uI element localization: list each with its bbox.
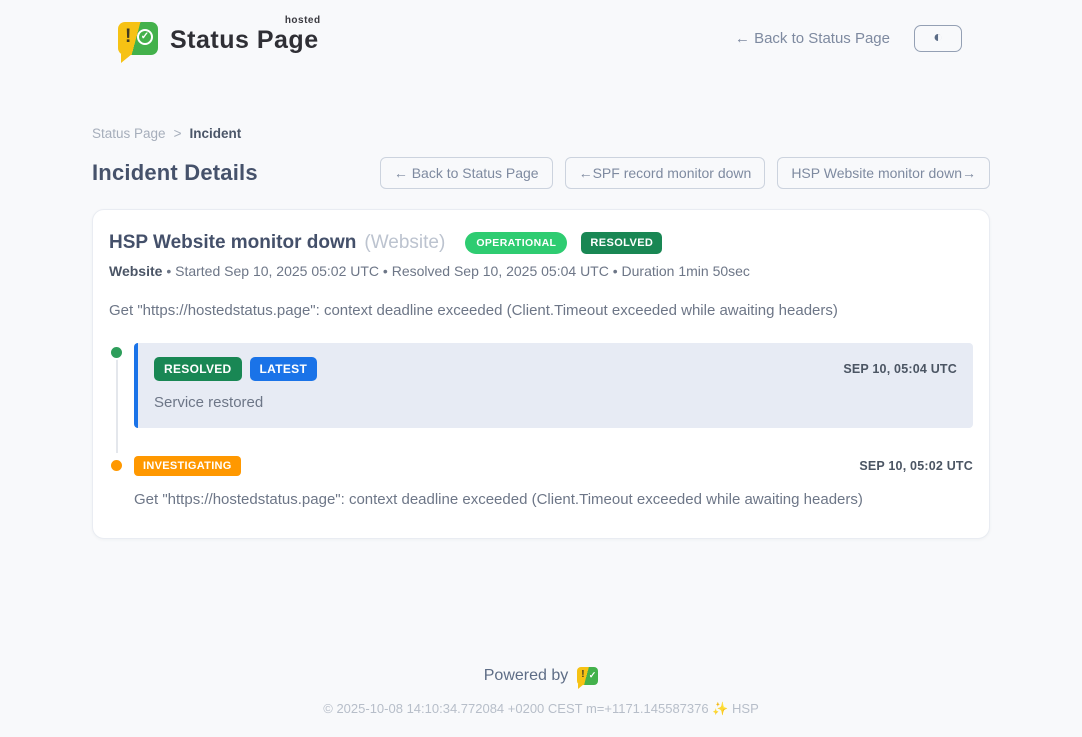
latest-badge: LATEST — [250, 357, 318, 381]
incident-card: HSP Website monitor down (Website) OPERA… — [92, 209, 990, 539]
operational-badge: OPERATIONAL — [465, 232, 567, 254]
main-content: Status Page > Incident Incident Details … — [92, 76, 990, 539]
checkmark-icon: ✓ — [589, 670, 597, 681]
brand-superscript: hosted — [285, 15, 321, 26]
incident-title: HSP Website monitor down — [109, 232, 356, 254]
exclamation-icon: ! — [125, 26, 131, 48]
header: ! ✓ Status Page hosted ← Back to Status … — [0, 0, 1082, 76]
breadcrumb-current: Incident — [189, 126, 241, 141]
breadcrumb: Status Page > Incident — [92, 126, 990, 141]
incident-meta-detail: • Started Sep 10, 2025 05:02 UTC • Resol… — [162, 263, 750, 279]
prev-incident-button[interactable]: ←SPF record monitor down — [565, 157, 766, 189]
incident-component-paren: (Website) — [364, 232, 445, 254]
incident-description: Get "https://hostedstatus.page": context… — [109, 302, 973, 319]
incident-component: Website — [109, 263, 162, 279]
brand-name: Status Page hosted — [170, 26, 323, 55]
timeline-entry-highlight-box: RESOLVED LATEST SEP 10, 05:04 UTC Servic… — [134, 343, 973, 428]
timeline-message: Get "https://hostedstatus.page": context… — [134, 491, 973, 508]
timeline-entry-resolved: RESOLVED LATEST SEP 10, 05:04 UTC Servic… — [109, 343, 973, 428]
powered-by-label: Powered by — [484, 667, 569, 685]
timeline-dot-green-icon — [109, 345, 124, 360]
brand-text: Status Page — [170, 26, 319, 54]
checkmark-icon: ✓ — [137, 29, 153, 45]
back-to-status-page-link[interactable]: ← Back to Status Page — [735, 30, 890, 47]
incident-nav-buttons: ← Back to Status Page ←SPF record monito… — [380, 157, 990, 189]
statuspage-logo[interactable]: ! ✓ Status Page hosted — [118, 22, 323, 55]
footer: Powered by ! ✓ © 2025-10-08 14:10:34.772… — [0, 667, 1082, 737]
back-to-status-page-button[interactable]: ← Back to Status Page — [380, 157, 553, 189]
incident-meta: Website • Started Sep 10, 2025 05:02 UTC… — [109, 263, 973, 279]
status-badge-resolved: RESOLVED — [154, 357, 242, 381]
status-badge-investigating: INVESTIGATING — [134, 456, 241, 476]
timeline-timestamp: SEP 10, 05:02 UTC — [859, 459, 973, 473]
statuspage-logo-icon: ! ✓ — [118, 22, 158, 55]
exclamation-icon: ! — [581, 669, 584, 680]
timeline-entry-investigating: INVESTIGATING SEP 10, 05:02 UTC Get "htt… — [109, 456, 973, 508]
resolved-badge: RESOLVED — [581, 232, 662, 254]
timeline-message: Service restored — [154, 394, 957, 411]
timeline-timestamp: SEP 10, 05:04 UTC — [843, 362, 957, 376]
next-incident-button[interactable]: HSP Website monitor down→ — [777, 157, 990, 189]
statuspage-mini-logo-icon[interactable]: ! ✓ — [577, 667, 598, 685]
copyright-text: © 2025-10-08 14:10:34.772084 +0200 CEST … — [0, 701, 1082, 717]
breadcrumb-root[interactable]: Status Page — [92, 126, 166, 141]
breadcrumb-separator: > — [174, 126, 182, 141]
page-title: Incident Details — [92, 160, 258, 186]
incident-timeline: RESOLVED LATEST SEP 10, 05:04 UTC Servic… — [109, 343, 973, 508]
theme-toggle-button[interactable]: ◐ — [914, 25, 962, 52]
theme-half-circle-icon: ◐ — [933, 30, 943, 46]
timeline-dot-orange-icon — [109, 458, 124, 473]
